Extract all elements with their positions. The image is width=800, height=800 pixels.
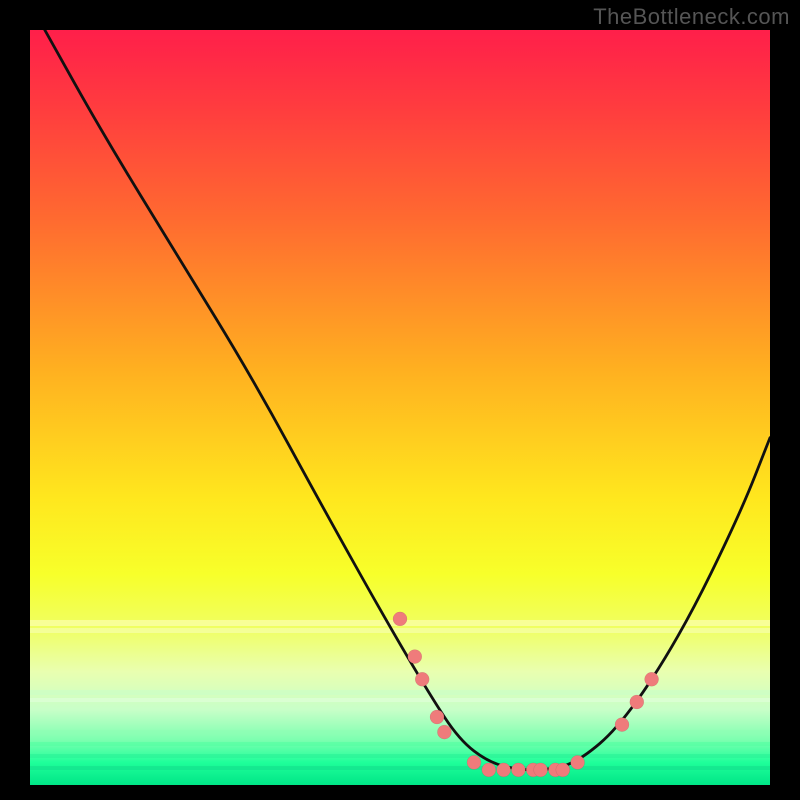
chart-frame: TheBottleneck.com <box>0 0 800 800</box>
data-point <box>615 718 629 732</box>
watermark-text: TheBottleneck.com <box>593 4 790 30</box>
data-point <box>437 725 451 739</box>
plot-area <box>30 30 770 785</box>
data-point <box>556 763 570 777</box>
data-point <box>497 763 511 777</box>
data-point <box>645 672 659 686</box>
data-point <box>430 710 444 724</box>
data-point <box>571 755 585 769</box>
data-point <box>482 763 496 777</box>
data-point <box>534 763 548 777</box>
data-point <box>511 763 525 777</box>
data-point <box>467 755 481 769</box>
data-point <box>408 650 422 664</box>
curve-svg <box>30 30 770 785</box>
data-point <box>415 672 429 686</box>
data-points-group <box>393 612 659 777</box>
bottleneck-curve <box>45 30 770 770</box>
data-point <box>393 612 407 626</box>
data-point <box>630 695 644 709</box>
